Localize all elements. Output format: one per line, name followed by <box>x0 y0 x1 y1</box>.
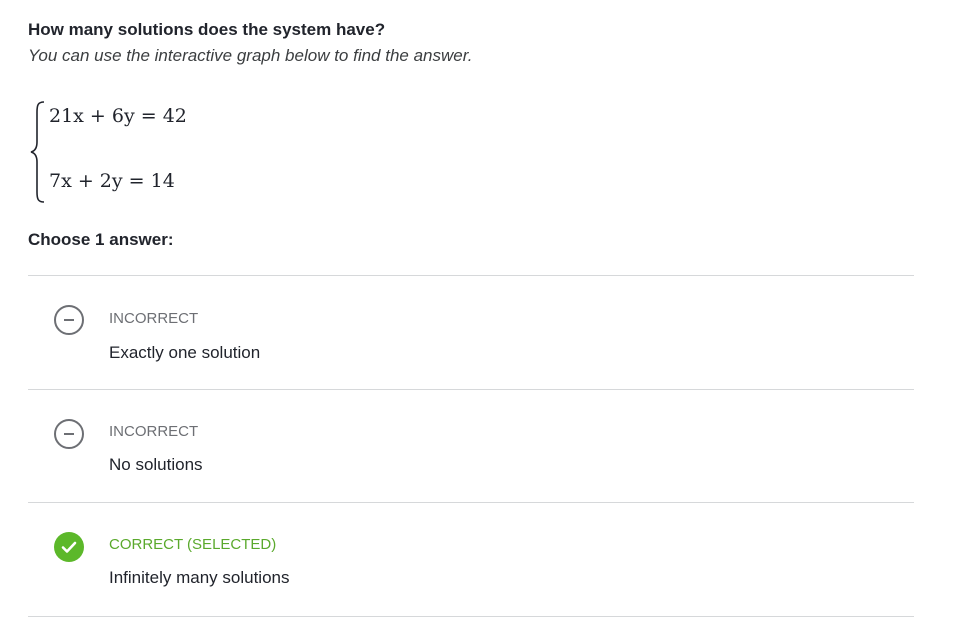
divider <box>28 616 914 617</box>
question-hint: You can use the interactive graph below … <box>28 46 473 65</box>
equation-2: 7x + 2y = 14 <box>49 170 175 192</box>
choice-exactly-one-solution[interactable]: INCORRECT Exactly one solution <box>28 276 914 388</box>
equation-1: 21x + 6y = 42 <box>49 105 187 127</box>
minus-circle-icon <box>54 305 84 335</box>
choice-status: CORRECT (SELECTED) <box>109 536 277 553</box>
checkmark-circle-icon <box>54 532 84 562</box>
choice-no-solutions[interactable]: INCORRECT No solutions <box>28 390 914 502</box>
choice-status: INCORRECT <box>109 423 199 440</box>
minus-circle-icon <box>54 419 84 449</box>
choice-text: Exactly one solution <box>109 343 261 362</box>
equation-system: 21x + 6y = 42 7x + 2y = 14 <box>30 100 250 204</box>
choice-text: No solutions <box>109 455 203 474</box>
left-brace-icon <box>30 101 45 203</box>
choice-status: INCORRECT <box>109 310 199 327</box>
choice-text: Infinitely many solutions <box>109 568 290 587</box>
choose-answer-label: Choose 1 answer: <box>28 230 174 249</box>
question-prompt: How many solutions does the system have? <box>28 20 386 39</box>
choice-infinitely-many-solutions[interactable]: CORRECT (SELECTED) Infinitely many solut… <box>28 503 914 615</box>
